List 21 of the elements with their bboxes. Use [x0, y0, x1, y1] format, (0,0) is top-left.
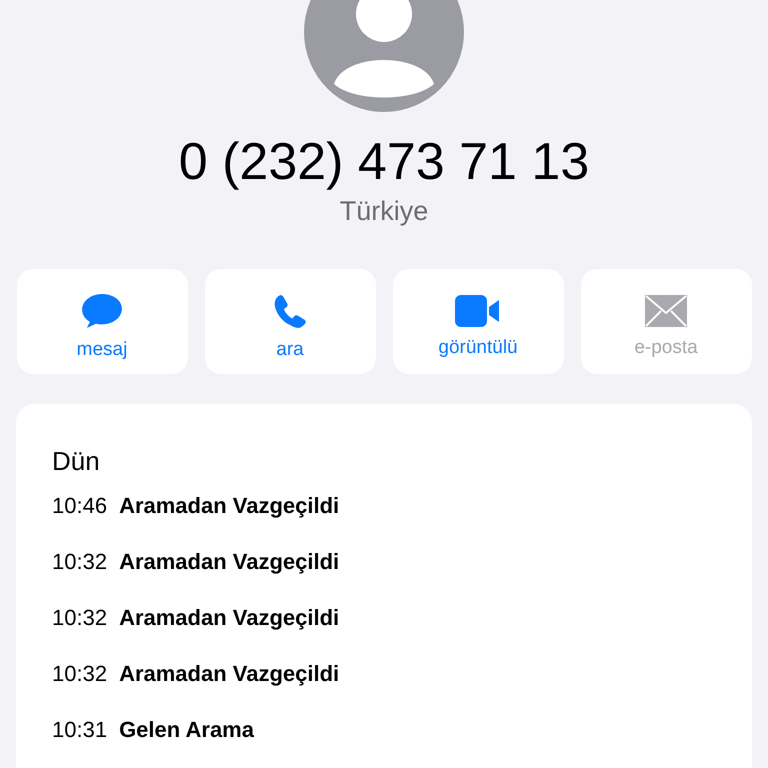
call-time: 10:46 [52, 493, 108, 519]
call-time: 10:32 [52, 605, 108, 631]
speech-bubble-icon [81, 292, 123, 328]
day-heading: Dün [52, 446, 101, 477]
envelope-icon [645, 294, 687, 326]
call-type: Aramadan Vazgeçildi [119, 605, 340, 631]
call-time: 10:32 [52, 661, 108, 687]
call-type: Aramadan Vazgeçildi [119, 493, 340, 519]
call-time: 10:32 [52, 549, 108, 575]
phone-number: 0 (232) 473 71 13 [178, 132, 590, 192]
phone-button[interactable]: ara [204, 269, 376, 374]
message-button[interactable]: mesaj [16, 269, 188, 374]
call-type: Aramadan Vazgeçildi [119, 549, 340, 575]
call-type: Aramadan Vazgeçildi [119, 661, 340, 687]
country-label: Türkiye [340, 195, 428, 228]
video-camera-icon [455, 294, 501, 326]
phone-icon [273, 292, 307, 328]
call-type: Gelen Arama [119, 717, 254, 743]
call-time: 10:31 [52, 717, 108, 743]
video-button[interactable]: görüntülü [392, 269, 564, 374]
avatar-icon [304, 0, 464, 112]
